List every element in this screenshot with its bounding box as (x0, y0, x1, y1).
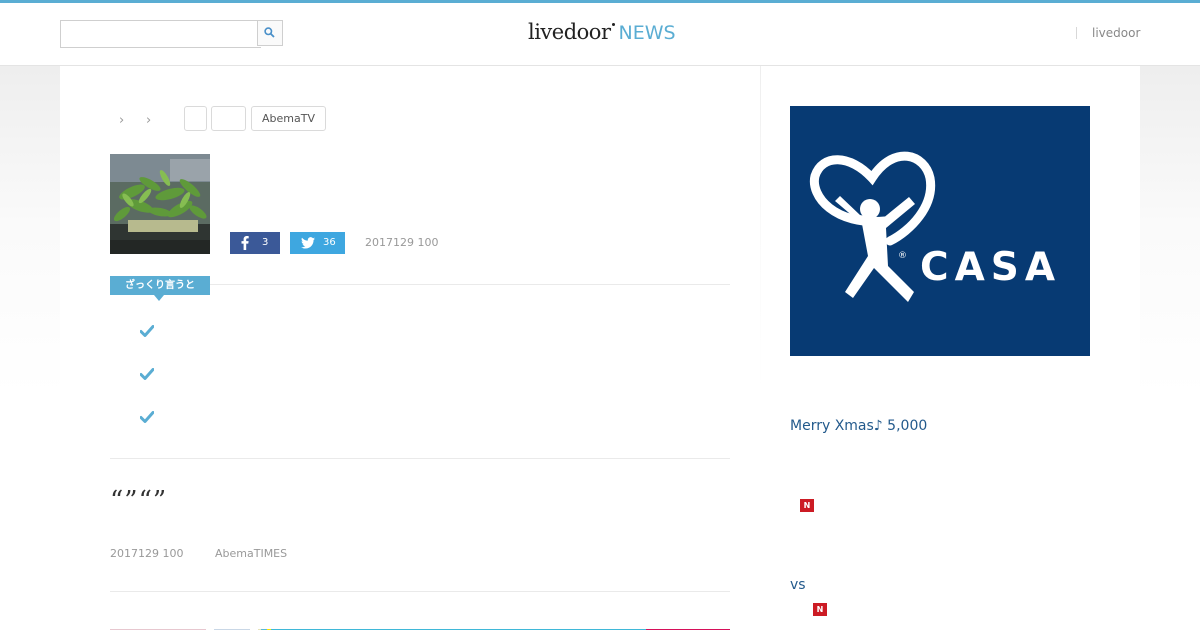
new-badge: N (813, 603, 827, 616)
article-source[interactable]: AbemaTIMES (215, 547, 287, 560)
main-column (60, 66, 760, 630)
search-icon (264, 27, 275, 38)
article-body-date: 2017129 100 (110, 547, 184, 560)
tag-label (185, 112, 205, 125)
check-icon (140, 368, 154, 380)
summary-label: ざっくり言うと (110, 276, 210, 295)
casa-logo-icon: ® CASA (809, 151, 1061, 302)
tag-label: AbemaTV (262, 112, 315, 125)
new-badge: N (800, 499, 814, 512)
header-divider (1076, 27, 1077, 39)
facebook-icon (241, 236, 249, 250)
ad-brand-text: CASA (920, 245, 1061, 290)
site-header: livedoor NEWS livedoor (0, 3, 1200, 66)
livedoor-home-link[interactable]: livedoor (1092, 26, 1140, 40)
tag-button[interactable] (211, 106, 246, 131)
site-logo[interactable]: livedoor NEWS (528, 20, 676, 44)
logo-news: NEWS (618, 22, 676, 44)
tag-label (212, 112, 232, 125)
registered-mark: ® (898, 251, 907, 261)
article-thumbnail[interactable] (110, 154, 210, 254)
twitter-share-count: 36 (323, 237, 336, 248)
sidebar-link-vs[interactable]: vs (790, 577, 806, 593)
search-input[interactable] (60, 20, 261, 48)
twitter-icon (301, 237, 315, 249)
logo-dot (611, 23, 615, 26)
tag-button[interactable] (184, 106, 207, 131)
facebook-share-button[interactable]: 3 (230, 232, 280, 254)
facebook-share-count: 3 (262, 237, 269, 248)
bottom-banner-ad[interactable] (110, 622, 730, 630)
breadcrumb-chevron-icon: › (119, 113, 125, 128)
search-button[interactable] (257, 20, 283, 46)
article-date: 2017129 100 (365, 236, 439, 249)
breadcrumb-chevron-icon: › (146, 113, 152, 128)
article-body-title: “”“” (110, 486, 168, 516)
casa-ad-banner[interactable]: ® CASA (790, 106, 1090, 356)
tag-abematv[interactable]: AbemaTV (251, 106, 326, 131)
check-icon (140, 325, 154, 337)
check-icon (140, 411, 154, 423)
sidebar-link-xmas[interactable]: Merry Xmas♪ 5,000 (790, 418, 927, 434)
logo-livedoor: livedoor (528, 20, 611, 44)
divider (110, 591, 730, 592)
summary-label-pointer (154, 295, 164, 301)
plants-photo (110, 154, 210, 254)
divider (110, 458, 730, 459)
twitter-share-button[interactable]: 36 (290, 232, 345, 254)
